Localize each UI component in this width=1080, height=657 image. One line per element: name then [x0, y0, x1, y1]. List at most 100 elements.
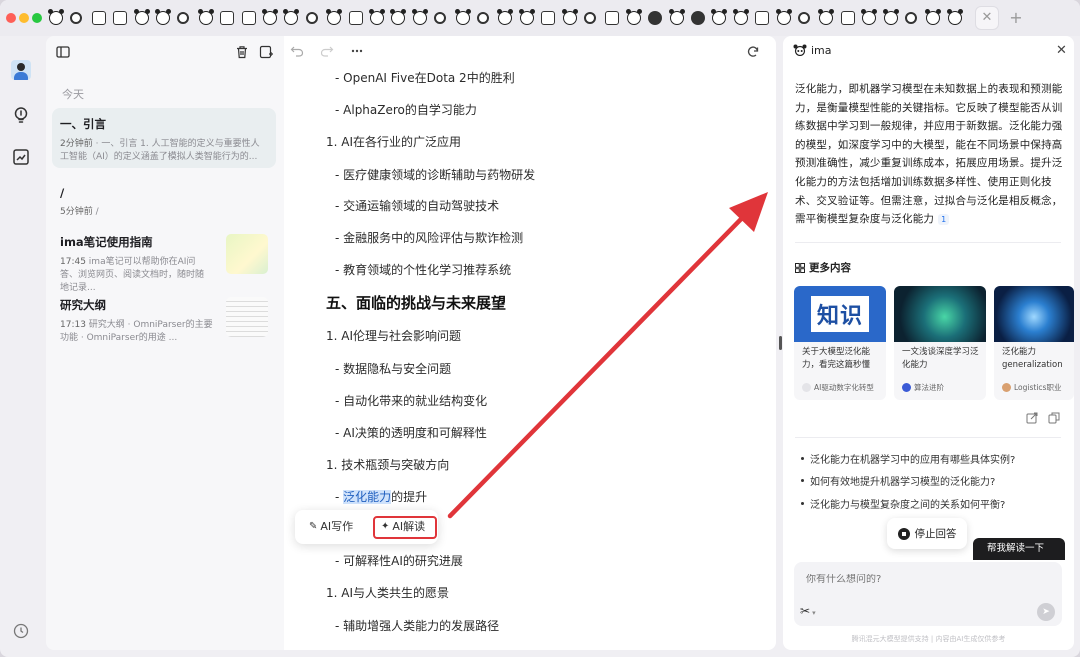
- chart-tab-icon[interactable]: [241, 11, 256, 25]
- explain-for-me-button[interactable]: 帮我解读一下: [973, 538, 1065, 560]
- panel-resize-handle[interactable]: [779, 336, 782, 350]
- bulb-tab-icon[interactable]: [798, 12, 810, 24]
- panda-tab-icon[interactable]: [197, 9, 214, 25]
- chart-tab-icon[interactable]: [91, 11, 106, 25]
- send-icon[interactable]: ➤: [1037, 603, 1055, 621]
- panda-tab-icon[interactable]: [369, 9, 385, 25]
- bulb-tab-icon[interactable]: [305, 12, 318, 24]
- note-card[interactable]: 研究大纲 17:13 研究大纲 · OmniParser的主要功能 · Omni…: [52, 289, 276, 345]
- chart-tab-icon[interactable]: [113, 11, 128, 25]
- panda-tab-icon[interactable]: [390, 9, 407, 25]
- related-article-card[interactable]: 泛化能力 generalization ability Logistics职业: [994, 286, 1074, 400]
- more-options-icon[interactable]: [351, 49, 363, 53]
- more-content-heading: 更多内容: [795, 260, 851, 275]
- panda-tab-icon[interactable]: [262, 9, 278, 25]
- selected-editor-line[interactable]: - 泛化能力的提升: [335, 488, 427, 505]
- article-thumbnail: [994, 286, 1074, 342]
- panda-tab-icon[interactable]: [625, 9, 642, 25]
- panda-tab-icon[interactable]: [668, 9, 685, 25]
- source-avatar-icon: [802, 383, 811, 392]
- panda-tab-icon[interactable]: [925, 9, 942, 25]
- active-tab-close-button[interactable]: ✕: [975, 6, 999, 30]
- zoom-window-button[interactable]: [32, 13, 42, 23]
- chart-tab-icon[interactable]: [348, 11, 363, 25]
- panda-tab-icon[interactable]: [882, 9, 899, 25]
- panda-tab-icon[interactable]: [283, 9, 300, 25]
- bulb-tab-icon[interactable]: [905, 12, 917, 24]
- panda-tab-icon[interactable]: [48, 9, 64, 25]
- suggested-question[interactable]: 泛化能力在机器学习中的应用有哪些具体实例?: [801, 451, 1015, 466]
- panda-tab-icon[interactable]: [454, 9, 471, 25]
- article-thumbnail: [894, 286, 986, 342]
- chart-tab-icon[interactable]: [605, 11, 620, 25]
- bulb-tab-icon[interactable]: [434, 12, 447, 24]
- undo-icon[interactable]: [290, 45, 304, 57]
- note-card[interactable]: / 5分钟前 /: [52, 178, 276, 218]
- chart-tab-icon[interactable]: [755, 11, 770, 25]
- panda-tab-icon[interactable]: [411, 9, 428, 25]
- chart-tab-icon[interactable]: [541, 11, 556, 25]
- dot-tab-icon[interactable]: [691, 11, 705, 25]
- panda-tab-icon[interactable]: [518, 9, 535, 25]
- related-article-card[interactable]: 一文浅谈深度学习泛化能力 算法进阶: [894, 286, 986, 400]
- note-card[interactable]: ima笔记使用指南 17:45 ima笔记可以帮助你在AI问答、浏览网页、阅读文…: [52, 226, 276, 293]
- suggested-question[interactable]: 泛化能力与模型复杂度之间的关系如何平衡?: [801, 496, 1005, 511]
- sync-icon[interactable]: [746, 45, 760, 59]
- note-card[interactable]: 一、引言 2分钟前 · 一、引言 1. 人工智能的定义与重要性人工智能（AI）的…: [52, 108, 276, 168]
- lightbulb-icon[interactable]: [12, 106, 30, 124]
- panda-tab-icon[interactable]: [818, 9, 835, 25]
- panda-tab-icon[interactable]: [946, 9, 963, 25]
- article-source: Logistics职业: [1002, 382, 1070, 393]
- note-title: /: [60, 186, 65, 200]
- article-source: 算法进阶: [902, 382, 982, 393]
- close-icon[interactable]: ✕: [1056, 43, 1067, 58]
- source-avatar-icon: [1002, 383, 1011, 392]
- chart-tab-icon[interactable]: [220, 11, 235, 25]
- export-icon[interactable]: [1026, 412, 1038, 424]
- notes-icon[interactable]: [12, 148, 30, 166]
- editor-line: - 交通运输领域的自动驾驶技术: [335, 199, 500, 213]
- bulb-tab-icon[interactable]: [177, 12, 190, 24]
- new-tab-button[interactable]: +: [1008, 8, 1024, 28]
- bulb-tab-icon[interactable]: [584, 12, 596, 24]
- panda-tab-icon[interactable]: [133, 9, 150, 25]
- note-title: 一、引言: [60, 117, 106, 131]
- panda-tab-icon[interactable]: [861, 9, 878, 25]
- panda-tab-icon[interactable]: [732, 9, 749, 25]
- dot-tab-icon[interactable]: [648, 11, 663, 25]
- section-label-today: 今天: [62, 88, 84, 101]
- sidebar-toggle-icon[interactable]: [55, 44, 71, 60]
- minimize-window-button[interactable]: [19, 13, 29, 23]
- redo-icon[interactable]: [320, 45, 334, 57]
- new-note-icon[interactable]: [258, 44, 274, 60]
- citation-badge[interactable]: 1: [938, 214, 950, 226]
- panda-tab-icon[interactable]: [561, 9, 578, 25]
- panda-tab-icon[interactable]: [711, 9, 728, 25]
- editor-line: - AlphaZero的自学习能力: [335, 103, 477, 117]
- panda-tab-icon[interactable]: [326, 9, 343, 25]
- panda-tab-icon[interactable]: [775, 9, 792, 25]
- editor-line: - 医疗健康领域的诊断辅助与药物研发: [335, 168, 536, 182]
- ai-write-button[interactable]: ✎ AI写作: [309, 518, 353, 534]
- scissors-icon[interactable]: ✂ ▾: [800, 604, 816, 618]
- avatar[interactable]: [11, 60, 31, 80]
- ask-input[interactable]: [806, 574, 1046, 585]
- bulb-tab-icon[interactable]: [70, 12, 83, 24]
- editor-line: - 可解释性AI的研究进展: [335, 554, 463, 568]
- panda-tab-icon[interactable]: [155, 9, 171, 25]
- bulb-tab-icon[interactable]: [477, 12, 489, 24]
- stop-answer-button[interactable]: 停止回答: [887, 518, 967, 549]
- ask-input-container: ✂▾ ➤: [794, 562, 1062, 626]
- section-heading: 五、面临的挑战与未来展望: [326, 294, 507, 312]
- trash-icon[interactable]: [234, 44, 250, 60]
- chart-tab-icon[interactable]: [840, 11, 855, 25]
- history-icon[interactable]: [12, 622, 30, 640]
- suggested-question[interactable]: 如何有效地提升机器学习模型的泛化能力?: [801, 473, 995, 488]
- note-meta: 5分钟前 /: [60, 207, 99, 217]
- related-article-card[interactable]: 知识 关于大模型泛化能力，看完这篇秒懂 AI驱动数字化转型: [794, 286, 886, 400]
- copy-icon[interactable]: [1048, 412, 1060, 424]
- close-window-button[interactable]: [6, 13, 16, 23]
- selected-text[interactable]: 泛化能力: [343, 490, 392, 504]
- app-window: ✕ + 今天 一、引言 2分钟前 · 一、引言 1. 人工智能的定义与重要性人工…: [0, 0, 1080, 657]
- panda-tab-icon[interactable]: [497, 9, 514, 25]
